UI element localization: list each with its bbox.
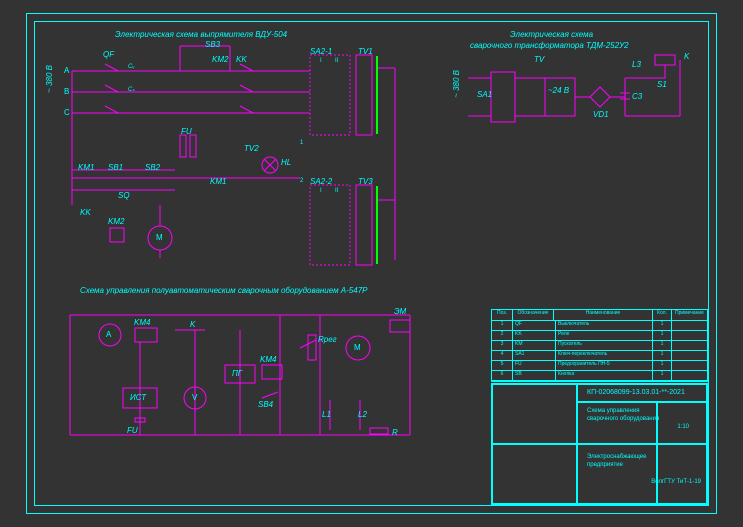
label-SB4: SB4	[258, 400, 273, 409]
label-IST: ИСТ	[130, 393, 146, 402]
table-row: 4SA1Ключ-переключатель1	[492, 351, 707, 361]
label-R: R	[392, 428, 398, 437]
table-row: 5FUПредохранитель ПН-51	[492, 361, 707, 371]
table-row: 3KMПускатель1	[492, 341, 707, 351]
table-row: 2KKРеле1	[492, 331, 707, 341]
label-V: V	[192, 393, 197, 402]
label-KM4b: KM4	[260, 355, 276, 364]
label-PG: ПГ	[232, 369, 242, 378]
label-Rreg: Rрег	[318, 335, 337, 344]
table-row: 1QFВыключатель1	[492, 321, 707, 331]
label-L2: L2	[358, 410, 367, 419]
parts-table: Поз. Обозначение Наименование Кол. Приме…	[491, 309, 708, 382]
label-KM4a: KM4	[134, 318, 150, 327]
label-M3: M	[354, 343, 361, 352]
label-EM: ЭМ	[394, 307, 406, 316]
title-block: КП-02068099-13.03.01-**-2021 Схема управ…	[491, 383, 708, 505]
table-row: 6SBКнопка1	[492, 371, 707, 381]
label-FU3: FU	[127, 426, 138, 435]
label-Aamp: A	[106, 330, 111, 339]
label-L1: L1	[322, 410, 331, 419]
label-K3: K	[190, 320, 195, 329]
